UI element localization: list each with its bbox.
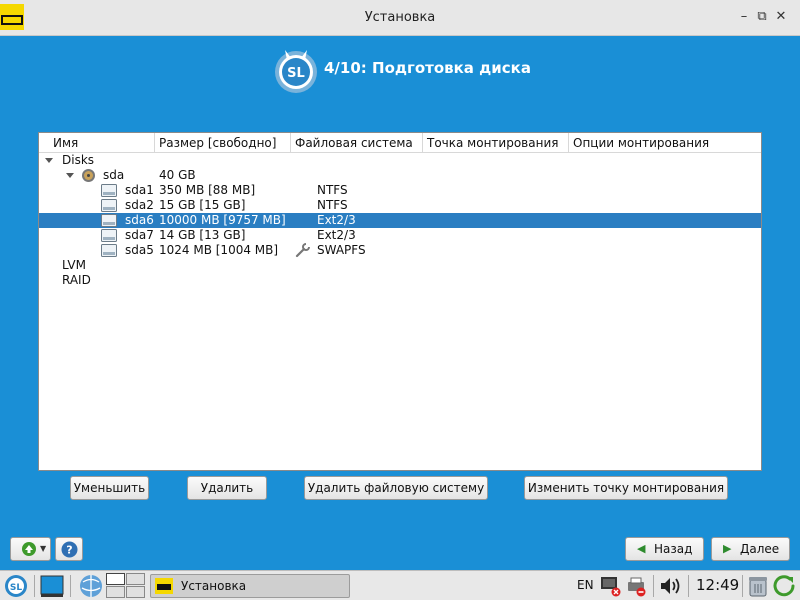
keyboard-layout-indicator[interactable]: EN	[577, 578, 594, 592]
next-arrow-icon: ▶	[723, 542, 732, 555]
tree-row-sda7[interactable]: sda7 14 GB [13 GB] Ext2/3	[39, 228, 761, 243]
next-button[interactable]: ▶ Далее	[711, 537, 790, 561]
dropdown-arrow-icon: ▼	[40, 544, 47, 553]
logout-icon[interactable]	[773, 574, 797, 598]
trash-icon[interactable]	[747, 574, 769, 598]
tree-row-sda1[interactable]: sda1 350 MB [88 MB] NTFS	[39, 183, 761, 198]
partition-table[interactable]: Имя Размер [свободно] Файловая система Т…	[38, 132, 762, 471]
tree-row-raid[interactable]: RAID	[39, 273, 761, 288]
installer-icon	[155, 578, 173, 594]
workspace-2[interactable]	[126, 573, 145, 585]
row-name: sda6	[125, 213, 154, 227]
back-arrow-icon: ◀	[637, 542, 646, 555]
row-filesystem: Ext2/3	[317, 228, 356, 242]
window-title: Установка	[364, 10, 436, 25]
row-name: sda7	[125, 228, 154, 242]
browser-icon[interactable]	[78, 573, 104, 599]
tree-row-sda5[interactable]: sda5 1024 MB [1004 MB] SWAPFS	[39, 243, 761, 258]
tree-row-disks[interactable]: Disks	[39, 153, 761, 168]
help-icon: ?	[61, 541, 78, 558]
next-label: Далее	[740, 542, 780, 556]
column-size[interactable]: Размер [свободно]	[155, 133, 291, 153]
column-name[interactable]: Имя	[39, 133, 155, 153]
row-size: 350 MB [88 MB]	[159, 183, 256, 197]
row-name: LVM	[62, 258, 86, 272]
taskbar-window-installer[interactable]: Установка	[150, 574, 350, 598]
taskbar-separator	[688, 575, 689, 597]
delete-filesystem-button[interactable]: Удалить файловую систему	[304, 476, 488, 500]
row-name: sda1	[125, 183, 154, 197]
clock[interactable]: 12:49	[696, 576, 739, 594]
partition-icon	[101, 244, 117, 257]
workspace-switcher[interactable]	[106, 573, 146, 599]
workspace-4[interactable]	[126, 586, 145, 598]
taskbar-separator	[34, 575, 35, 597]
taskbar-window-title: Установка	[181, 579, 247, 593]
column-mount-options[interactable]: Опции монтирования	[569, 133, 763, 153]
row-name: Disks	[62, 153, 95, 167]
close-button[interactable]: ✕	[772, 8, 790, 26]
row-name: sda5	[125, 243, 154, 257]
taskbar-separator	[70, 575, 71, 597]
partition-icon	[101, 199, 117, 212]
row-size: 14 GB [13 GB]	[159, 228, 246, 242]
back-label: Назад	[654, 542, 693, 556]
svg-text:SL: SL	[10, 583, 22, 593]
back-button[interactable]: ◀ Назад	[625, 537, 704, 561]
partition-icon	[101, 214, 117, 227]
step-title: 4/10: Подготовка диска	[324, 59, 531, 77]
workspace-1[interactable]	[106, 573, 125, 585]
logo-text: SL	[287, 66, 305, 81]
arrow-up-circle-icon	[22, 542, 36, 556]
row-size: 10000 MB [9757 MB]	[159, 213, 286, 227]
row-size: 15 GB [15 GB]	[159, 198, 246, 212]
change-mount-point-button[interactable]: Изменить точку монтирования	[524, 476, 728, 500]
extra-menu-button[interactable]: ▼	[10, 537, 51, 561]
row-size: 40 GB	[159, 168, 196, 182]
minimize-button[interactable]: –	[735, 8, 753, 26]
expand-arrow-icon[interactable]	[66, 173, 74, 178]
help-button[interactable]: ?	[55, 537, 83, 561]
column-filesystem[interactable]: Файловая система	[291, 133, 423, 153]
tree-row-sda2[interactable]: sda2 15 GB [15 GB] NTFS	[39, 198, 761, 213]
printer-error-icon[interactable]	[625, 575, 647, 597]
tree-row-sda[interactable]: sda 40 GB	[39, 168, 761, 183]
expand-arrow-icon[interactable]	[45, 158, 53, 163]
partition-icon	[101, 184, 117, 197]
shrink-button[interactable]: Уменьшить	[70, 476, 149, 500]
taskbar: SL Установка EN 12:49	[0, 570, 800, 600]
maximize-button[interactable]: ⧉	[753, 8, 771, 26]
workspace-3[interactable]	[106, 586, 125, 598]
table-header: Имя Размер [свободно] Файловая система Т…	[39, 133, 761, 153]
start-menu-icon[interactable]: SL	[4, 574, 28, 598]
column-mount-point[interactable]: Точка монтирования	[423, 133, 569, 153]
row-filesystem: Ext2/3	[317, 213, 356, 227]
row-size: 1024 MB [1004 MB]	[159, 243, 279, 257]
row-filesystem: NTFS	[317, 198, 348, 212]
row-name: sda	[103, 168, 125, 182]
svg-text:?: ?	[66, 544, 72, 557]
wrench-icon	[295, 243, 310, 258]
delete-button[interactable]: Удалить	[187, 476, 267, 500]
row-name: RAID	[62, 273, 91, 287]
tree-row-sda6[interactable]: sda6 10000 MB [9757 MB] Ext2/3	[39, 213, 761, 228]
tree-row-lvm[interactable]: LVM	[39, 258, 761, 273]
row-filesystem: SWAPFS	[317, 243, 366, 257]
volume-icon[interactable]	[659, 575, 683, 597]
window-titlebar[interactable]: Установка – ⧉ ✕	[0, 0, 800, 36]
network-disconnected-icon[interactable]	[600, 575, 622, 597]
row-name: sda2	[125, 198, 154, 212]
partition-icon	[101, 229, 117, 242]
row-filesystem: NTFS	[317, 183, 348, 197]
simply-linux-logo-icon: SL	[275, 50, 317, 93]
taskbar-separator	[742, 575, 743, 597]
harddisk-icon	[82, 169, 95, 182]
show-desktop-icon[interactable]	[40, 574, 64, 598]
taskbar-separator	[653, 575, 654, 597]
